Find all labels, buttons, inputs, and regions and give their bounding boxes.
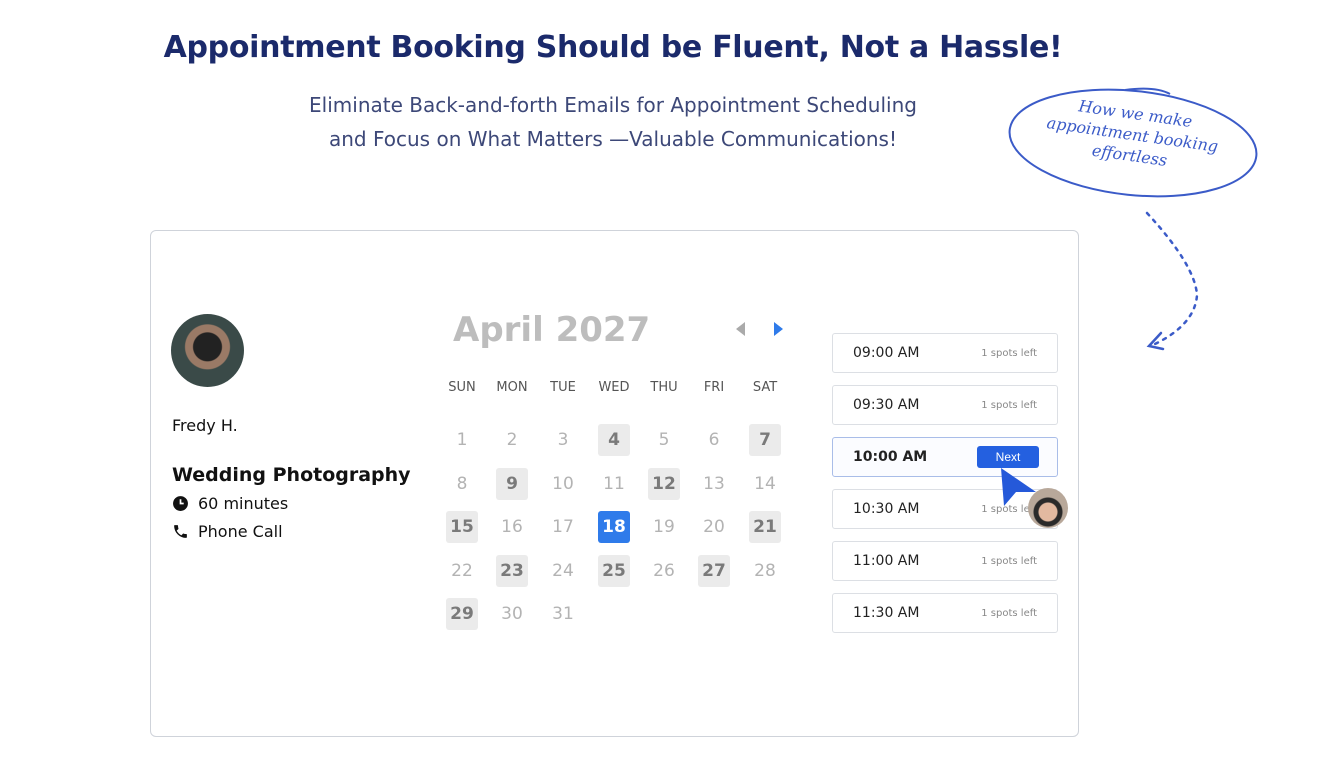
next-button[interactable]: Next <box>977 446 1039 468</box>
dotted-arrow-icon <box>1145 211 1199 351</box>
time-slot[interactable]: 09:00 AM 1 spots left <box>832 333 1058 373</box>
time-slot[interactable]: 09:30 AM 1 spots left <box>832 385 1058 425</box>
weekday-label: FRI <box>703 380 725 395</box>
calendar-month: April 2027 <box>453 310 651 350</box>
phone-icon <box>174 525 187 538</box>
slot-spots: 1 spots left <box>981 399 1037 411</box>
calendar-day[interactable]: 7 <box>749 424 781 456</box>
calendar-day[interactable]: 10 <box>547 468 579 500</box>
clock-icon <box>173 496 188 511</box>
service-title: Wedding Photography <box>172 464 411 486</box>
calendar-day[interactable]: 9 <box>496 468 528 500</box>
calendar-day[interactable]: 1 <box>446 424 478 456</box>
location: Phone Call <box>172 522 283 541</box>
time-slot[interactable]: 11:30 AM 1 spots left <box>832 593 1058 633</box>
user-avatar <box>1028 488 1068 528</box>
duration-text: 60 minutes <box>198 494 289 513</box>
calendar-day[interactable]: 27 <box>698 555 730 587</box>
calendar-day[interactable]: 21 <box>749 511 781 543</box>
calendar-day[interactable]: 17 <box>547 511 579 543</box>
calendar-day[interactable]: 5 <box>648 424 680 456</box>
calendar-day[interactable]: 19 <box>648 511 680 543</box>
calendar-day[interactable]: 31 <box>547 598 579 630</box>
calendar-day[interactable]: 14 <box>749 468 781 500</box>
slot-time: 09:30 AM <box>853 397 920 413</box>
location-text: Phone Call <box>198 522 283 541</box>
weekday-label: MON <box>496 380 528 395</box>
calendar-day[interactable]: 25 <box>598 555 630 587</box>
calendar-day[interactable]: 18 <box>598 511 630 543</box>
time-slot[interactable]: 11:00 AM 1 spots left <box>832 541 1058 581</box>
weekday-label: WED <box>598 380 630 395</box>
calendar-day[interactable]: 22 <box>446 555 478 587</box>
slot-spots: 1 spots left <box>981 555 1037 567</box>
calendar-day[interactable]: 28 <box>749 555 781 587</box>
calendar-day[interactable]: 6 <box>698 424 730 456</box>
calendar-day[interactable]: 15 <box>446 511 478 543</box>
calendar-day[interactable]: 29 <box>446 598 478 630</box>
weekday-label: SUN <box>448 380 476 395</box>
calendar-day[interactable]: 11 <box>598 468 630 500</box>
calendar-day[interactable]: 23 <box>496 555 528 587</box>
slot-spots: 1 spots left <box>981 607 1037 619</box>
weekday-label: SAT <box>752 380 778 395</box>
calendar-day[interactable]: 4 <box>598 424 630 456</box>
calendar-day[interactable]: 20 <box>698 511 730 543</box>
calendar-day[interactable]: 12 <box>648 468 680 500</box>
calendar-day[interactable]: 13 <box>698 468 730 500</box>
prev-month-button[interactable] <box>736 322 745 336</box>
weekday-label: THU <box>650 380 678 395</box>
slot-time: 10:30 AM <box>853 501 920 517</box>
slot-time: 11:00 AM <box>853 553 920 569</box>
calendar-day[interactable]: 30 <box>496 598 528 630</box>
slot-spots: 1 spots left <box>981 347 1037 359</box>
slot-time: 09:00 AM <box>853 345 920 361</box>
slot-time: 11:30 AM <box>853 605 920 621</box>
calendar-day[interactable]: 2 <box>496 424 528 456</box>
calendar-day[interactable]: 3 <box>547 424 579 456</box>
page-title: Appointment Booking Should be Fluent, No… <box>163 30 1063 65</box>
calendar-day[interactable]: 24 <box>547 555 579 587</box>
weekday-label: TUE <box>550 380 576 395</box>
host-avatar <box>171 314 244 387</box>
host-name: Fredy H. <box>172 416 238 435</box>
calendar-day[interactable]: 8 <box>446 468 478 500</box>
duration: 60 minutes <box>172 494 288 513</box>
calendar-day[interactable]: 26 <box>648 555 680 587</box>
next-month-button[interactable] <box>774 322 783 336</box>
calendar-day[interactable]: 16 <box>496 511 528 543</box>
slot-time: 10:00 AM <box>853 449 928 465</box>
